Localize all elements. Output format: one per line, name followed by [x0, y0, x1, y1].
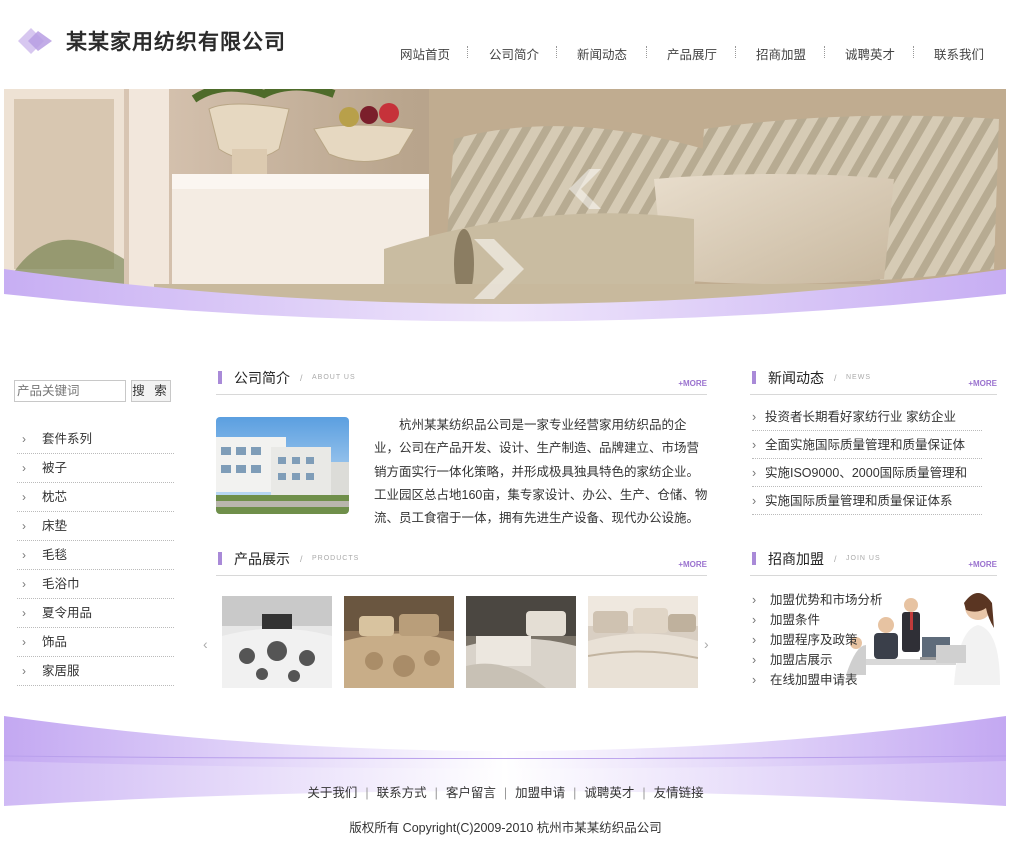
about-title: 公司简介	[234, 371, 290, 387]
banner-bedding-illustration	[4, 89, 1006, 351]
nav-about[interactable]: 公司简介	[489, 44, 539, 63]
carousel-prev-icon[interactable]: ‹	[203, 636, 208, 652]
company-building-image	[216, 417, 349, 514]
about-description: 杭州某某纺织品公司是一家专业经营家用纺织品的企业，公司在产品开发、设计、生产制造…	[374, 418, 708, 526]
chevron-right-icon: ›	[22, 490, 26, 504]
nav-separator	[913, 46, 914, 58]
category-item[interactable]: › 饰品	[17, 628, 174, 657]
heading-accent-bar	[752, 371, 756, 384]
chevron-right-icon: ›	[22, 432, 26, 446]
chevron-right-icon: ›	[22, 664, 26, 678]
news-item[interactable]: › 实施ISO9000、2000国际质量管理和	[752, 459, 982, 487]
category-item[interactable]: › 枕芯	[17, 483, 174, 512]
nav-careers[interactable]: 诚聘英才	[845, 44, 895, 63]
nav-contact[interactable]: 联系我们	[934, 44, 984, 63]
nav-products[interactable]: 产品展厅	[667, 44, 717, 63]
nav-separator	[735, 46, 736, 58]
company-logo-text: 某某家用纺织有限公司	[66, 30, 286, 54]
news-item[interactable]: › 实施国际质量管理和质量保证体系	[752, 487, 982, 515]
category-list: › 套件系列 › 被子 › 枕芯 › 床垫 › 毛毯 › 毛浴巾 › 夏令用品 › 饰品 › 家居…	[17, 425, 174, 686]
products-more-link[interactable]: +MORE	[678, 560, 707, 569]
join-subtitle-en: JOIN US	[846, 555, 881, 562]
about-subtitle-en: ABOUT US	[312, 374, 356, 381]
product-thumbnail[interactable]	[344, 596, 454, 688]
category-item[interactable]: › 被子	[17, 454, 174, 483]
chevron-right-icon: ›	[752, 673, 757, 687]
nav-separator	[467, 46, 468, 58]
news-item[interactable]: › 投资者长期看好家纺行业 家纺企业	[752, 403, 982, 431]
footer-link-contact[interactable]: 联系方式	[377, 786, 427, 800]
logo-diamond-icon	[18, 28, 52, 54]
category-item[interactable]: › 套件系列	[17, 425, 174, 454]
chevron-right-icon: ›	[752, 466, 757, 480]
footer-links: 关于我们 | 联系方式 | 客户留言 | 加盟申请 | 诚聘英才 | 友情链接	[307, 786, 704, 800]
chevron-right-icon: ›	[752, 593, 757, 607]
products-title: 产品展示	[234, 552, 290, 568]
products-section-header: 产品展示 / PRODUCTS +MORE	[216, 548, 707, 576]
join-title: 招商加盟	[768, 552, 824, 568]
nav-separator	[646, 46, 647, 58]
product-thumbnail[interactable]	[466, 596, 576, 688]
search-input[interactable]	[14, 380, 126, 402]
footer-link-friends[interactable]: 友情链接	[654, 786, 704, 800]
carousel-next-icon[interactable]: ›	[704, 636, 709, 652]
category-item[interactable]: › 毛毯	[17, 541, 174, 570]
footer-link-about[interactable]: 关于我们	[307, 786, 357, 800]
slash-icon: /	[834, 373, 837, 383]
chevron-right-icon: ›	[22, 606, 26, 620]
chevron-right-icon: ›	[22, 548, 26, 562]
join-more-link[interactable]: +MORE	[968, 560, 997, 569]
category-item[interactable]: › 夏令用品	[17, 599, 174, 628]
footer-link-message[interactable]: 客户留言	[446, 786, 496, 800]
chevron-right-icon: ›	[752, 633, 757, 647]
heading-accent-bar	[752, 552, 756, 565]
about-section-header: 公司简介 / ABOUT US +MORE	[216, 367, 707, 395]
search-button[interactable]: 搜 索	[131, 380, 171, 402]
footer-link-careers[interactable]: 诚聘英才	[584, 786, 634, 800]
about-more-link[interactable]: +MORE	[678, 379, 707, 388]
news-more-link[interactable]: +MORE	[968, 379, 997, 388]
chevron-right-icon: ›	[752, 494, 757, 508]
chevron-right-icon: ›	[752, 653, 757, 667]
nav-separator	[824, 46, 825, 58]
chevron-right-icon: ›	[752, 410, 757, 424]
footer-link-join[interactable]: 加盟申请	[515, 786, 565, 800]
products-subtitle-en: PRODUCTS	[312, 555, 360, 562]
slash-icon: /	[834, 554, 837, 564]
hero-banner	[4, 89, 1006, 351]
nav-news[interactable]: 新闻动态	[577, 44, 627, 63]
news-subtitle-en: NEWS	[846, 374, 871, 381]
chevron-right-icon: ›	[22, 519, 26, 533]
chevron-right-icon: ›	[752, 613, 757, 627]
news-section-header: 新闻动态 / NEWS +MORE	[750, 367, 997, 395]
news-title: 新闻动态	[768, 371, 824, 387]
slash-icon: /	[300, 554, 303, 564]
nav-home[interactable]: 网站首页	[400, 44, 450, 63]
product-thumbnail[interactable]	[588, 596, 698, 688]
chevron-right-icon: ›	[22, 461, 26, 475]
chevron-right-icon: ›	[22, 635, 26, 649]
chevron-right-icon: ›	[22, 577, 26, 591]
slash-icon: /	[300, 373, 303, 383]
category-item[interactable]: › 家居服	[17, 657, 174, 686]
copyright-text: 版权所有 Copyright(C)2009-2010 杭州市某某纺织品公司	[349, 821, 662, 835]
news-item[interactable]: › 全面实施国际质量管理和质量保证体	[752, 431, 982, 459]
join-section-header: 招商加盟 / JOIN US +MORE	[750, 548, 997, 576]
category-item[interactable]: › 床垫	[17, 512, 174, 541]
category-item[interactable]: › 毛浴巾	[17, 570, 174, 599]
nav-join[interactable]: 招商加盟	[756, 44, 806, 63]
product-thumbnail[interactable]	[222, 596, 332, 688]
header: 某某家用纺织有限公司 网站首页 公司简介 新闻动态 产品展厅 招商加盟 诚聘英才…	[0, 0, 1011, 88]
chevron-right-icon: ›	[752, 438, 757, 452]
news-list: › 投资者长期看好家纺行业 家纺企业 › 全面实施国际质量管理和质量保证体 › 实施I…	[752, 403, 982, 515]
nav-separator	[556, 46, 557, 58]
heading-accent-bar	[218, 552, 222, 565]
heading-accent-bar	[218, 371, 222, 384]
